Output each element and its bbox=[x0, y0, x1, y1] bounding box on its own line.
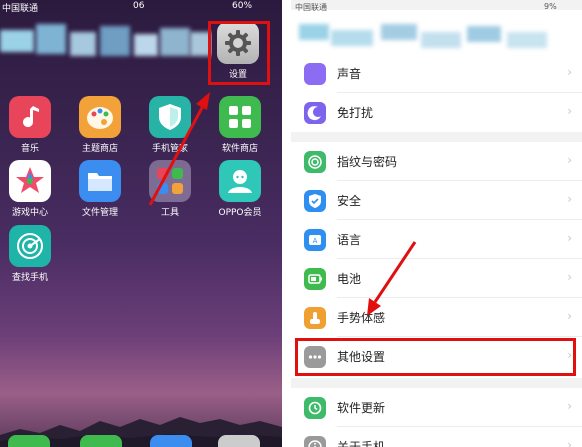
settings-row-other-settings-label: 其他设置 bbox=[337, 350, 386, 364]
gear-icon bbox=[225, 30, 251, 56]
file-manager-app[interactable]: 文件管理 bbox=[70, 160, 130, 218]
dock-icon-2[interactable] bbox=[80, 435, 122, 447]
settings-row-battery[interactable]: 电池 › bbox=[291, 259, 582, 298]
settings-row-software-update[interactable]: 软件更新 › bbox=[291, 388, 582, 427]
chevron-right-icon: › bbox=[567, 399, 572, 413]
settings-group-about: 软件更新 › 关于手机 › bbox=[291, 388, 582, 447]
fingerprint-icon bbox=[304, 151, 326, 173]
folder-grid-icon bbox=[157, 168, 183, 194]
settings-row-software-update-label: 软件更新 bbox=[337, 401, 386, 415]
oppo-member-app-label: OPPO会员 bbox=[218, 208, 262, 218]
settings-row-security-label: 安全 bbox=[337, 194, 362, 208]
moon-icon bbox=[304, 102, 326, 124]
chevron-right-icon: › bbox=[567, 65, 572, 79]
tools-folder-icon bbox=[149, 160, 191, 202]
oppo-member-app[interactable]: OPPO会员 bbox=[210, 160, 270, 218]
gesture-icon bbox=[304, 307, 326, 329]
game-center-app-icon bbox=[9, 160, 51, 202]
file-manager-app-icon bbox=[79, 160, 121, 202]
svg-text:A: A bbox=[313, 237, 318, 245]
more-icon bbox=[304, 346, 326, 368]
battery-label-right: 9% bbox=[544, 2, 557, 11]
person-icon bbox=[228, 170, 252, 193]
phone-manager-app-icon bbox=[149, 96, 191, 138]
settings-app[interactable]: 设置 bbox=[208, 22, 268, 80]
find-phone-app[interactable]: 查找手机 bbox=[0, 225, 60, 283]
settings-row-fingerprint-label: 指纹与密码 bbox=[337, 155, 398, 169]
sound-icon bbox=[304, 63, 326, 85]
phone-manager-app-label: 手机管家 bbox=[151, 144, 188, 154]
game-center-app[interactable]: 游戏中心 bbox=[0, 160, 60, 218]
chevron-right-icon: › bbox=[567, 348, 572, 362]
chevron-right-icon: › bbox=[567, 153, 572, 167]
find-phone-app-icon bbox=[9, 225, 51, 267]
tools-folder[interactable]: 工具 bbox=[140, 160, 200, 218]
chevron-right-icon: › bbox=[567, 438, 572, 447]
settings-row-security[interactable]: 安全 › bbox=[291, 181, 582, 220]
clock-label: 06 bbox=[133, 1, 145, 11]
theme-store-app-label: 主题商店 bbox=[81, 144, 118, 154]
music-app[interactable]: 音乐 bbox=[0, 96, 60, 154]
carrier-label: 中国联通 bbox=[2, 4, 39, 14]
phone-manager-app[interactable]: 手机管家 bbox=[140, 96, 200, 154]
shield-icon bbox=[159, 104, 181, 130]
dock-icon-4[interactable] bbox=[218, 435, 260, 447]
info-icon bbox=[304, 436, 326, 447]
shield-check-icon bbox=[304, 190, 326, 212]
settings-row-sound-label: 声音 bbox=[337, 67, 362, 81]
settings-group-system: 指纹与密码 › 安全 › A 语言 › 电池 › 手势体感 › 其他设置 › bbox=[291, 142, 582, 378]
settings-row-sound[interactable]: 声音 › bbox=[291, 54, 582, 93]
palette-icon bbox=[87, 107, 113, 129]
software-store-app-icon bbox=[219, 96, 261, 138]
chevron-right-icon: › bbox=[567, 192, 572, 206]
folder-icon bbox=[88, 173, 112, 191]
settings-app-icon bbox=[217, 22, 259, 64]
file-manager-app-label: 文件管理 bbox=[81, 208, 118, 218]
battery-label: 60% bbox=[232, 1, 253, 11]
language-icon: A bbox=[304, 229, 326, 251]
radar-icon bbox=[17, 233, 43, 259]
dock-icon-3[interactable] bbox=[150, 435, 192, 447]
music-note-icon bbox=[23, 106, 39, 128]
settings-row-fingerprint[interactable]: 指纹与密码 › bbox=[291, 142, 582, 181]
settings-row-battery-label: 电池 bbox=[337, 272, 362, 286]
settings-row-gestures[interactable]: 手势体感 › bbox=[291, 298, 582, 337]
blurred-header bbox=[291, 10, 582, 58]
home-screen: 中国联通 06 60% 设置 音乐 主题商店 手机管家 软件商店 游戏中心 文件… bbox=[0, 0, 282, 447]
theme-store-app-icon bbox=[79, 96, 121, 138]
settings-row-do-not-disturb-label: 免打扰 bbox=[337, 106, 374, 120]
blurred-app-labels bbox=[0, 68, 212, 80]
game-center-app-label: 游戏中心 bbox=[11, 208, 48, 218]
music-app-label: 音乐 bbox=[20, 144, 39, 154]
settings-group-sound: 声音 › 免打扰 › bbox=[291, 58, 582, 132]
status-bar-right: 中国联通 9% bbox=[291, 0, 582, 14]
chevron-right-icon: › bbox=[567, 309, 572, 323]
settings-row-language-label: 语言 bbox=[337, 233, 362, 247]
carrier-label-right: 中国联通 bbox=[295, 3, 327, 12]
chevron-right-icon: › bbox=[567, 231, 572, 245]
chevron-right-icon: › bbox=[567, 270, 572, 284]
settings-row-do-not-disturb[interactable]: 免打扰 › bbox=[291, 93, 582, 132]
oppo-member-app-icon bbox=[219, 160, 261, 202]
software-store-app-label: 软件商店 bbox=[221, 144, 258, 154]
settings-app-label: 设置 bbox=[228, 70, 247, 80]
settings-row-gestures-label: 手势体感 bbox=[337, 311, 386, 325]
music-app-icon bbox=[9, 96, 51, 138]
settings-row-other-settings[interactable]: 其他设置 › bbox=[291, 337, 582, 376]
settings-row-about-phone-label: 关于手机 bbox=[337, 440, 386, 447]
chevron-right-icon: › bbox=[567, 104, 572, 118]
battery-icon bbox=[304, 268, 326, 290]
tools-folder-label: 工具 bbox=[160, 208, 179, 218]
find-phone-app-label: 查找手机 bbox=[11, 273, 48, 283]
dock-icon-1[interactable] bbox=[8, 435, 50, 447]
settings-row-language[interactable]: A 语言 › bbox=[291, 220, 582, 259]
theme-store-app[interactable]: 主题商店 bbox=[70, 96, 130, 154]
software-store-app[interactable]: 软件商店 bbox=[210, 96, 270, 154]
status-bar: 中国联通 06 60% bbox=[0, 0, 282, 14]
settings-row-about-phone[interactable]: 关于手机 › bbox=[291, 427, 582, 447]
star-icon bbox=[16, 167, 44, 193]
grid-icon bbox=[229, 106, 251, 128]
update-icon bbox=[304, 397, 326, 419]
settings-screen: 中国联通 9% 声音 › 免打扰 › 指纹与密码 › 安全 › A 语言 › 电… bbox=[291, 0, 582, 447]
